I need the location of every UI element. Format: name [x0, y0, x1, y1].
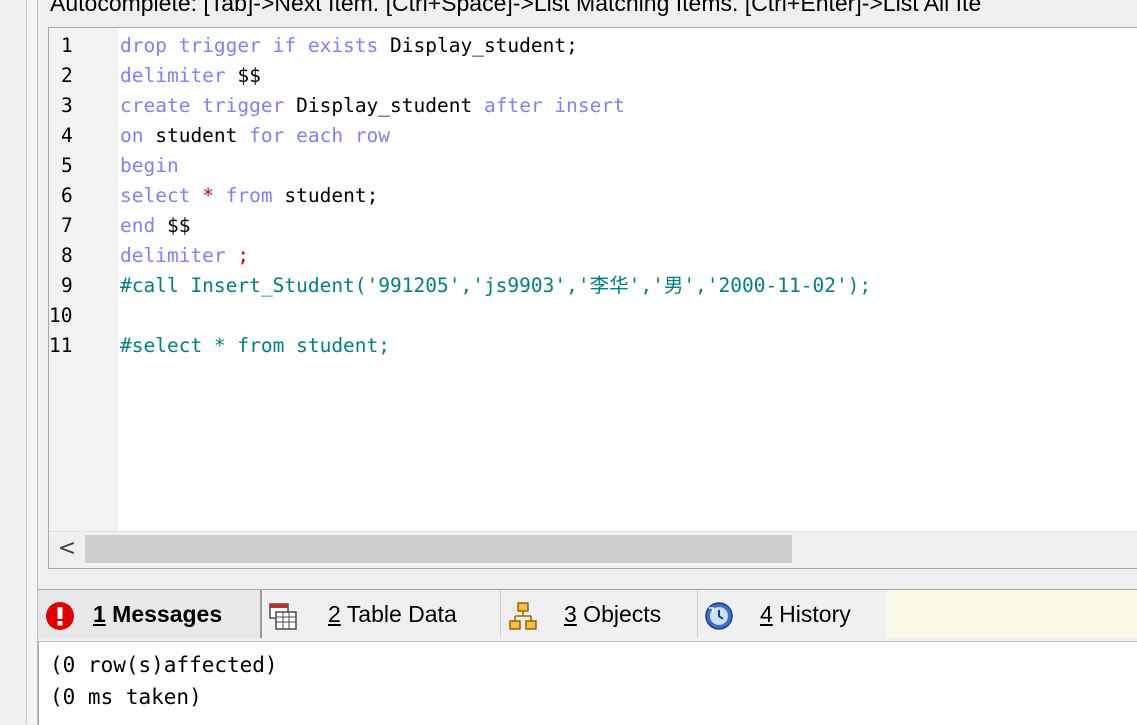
line-code: #call Insert_Student('991205','js9903','…: [120, 271, 871, 301]
line-code: delimiter ;: [120, 241, 249, 271]
line-code: begin: [120, 151, 179, 181]
line-number: 11: [49, 334, 73, 357]
tab-table-data[interactable]: 2 Table Data: [262, 590, 501, 638]
objects-icon: [509, 602, 537, 630]
line-code: on student for each row: [120, 121, 390, 151]
code-token: student;: [272, 184, 379, 207]
code-token: after insert: [483, 94, 625, 117]
tab-objects-label: 3 Objects: [564, 601, 662, 627]
code-line[interactable]: 4 on student for each row: [49, 121, 1137, 151]
pane-splitter[interactable]: [38, 569, 1137, 590]
line-number: 2: [61, 64, 73, 87]
result-tabs: 1 Messages 2 Table Data 3 Objects 4 Hist…: [38, 590, 1137, 640]
code-line[interactable]: 6 select * from student;: [49, 181, 1137, 211]
code-token: Display_student: [284, 94, 484, 117]
left-frame: [0, 0, 27, 724]
code-token: create trigger: [120, 94, 285, 117]
code-line[interactable]: 5 begin: [49, 151, 1137, 181]
code-line[interactable]: 3 create trigger Display_student after in…: [49, 91, 1137, 121]
line-number: 8: [61, 244, 73, 267]
line-number: 7: [61, 214, 73, 237]
line-number: 4: [61, 124, 73, 147]
line-code: drop trigger if exists Display_student;: [120, 31, 578, 61]
code-token: #select * from student;: [120, 334, 391, 357]
messages-panel: (0 row(s)affected) (0 ms taken): [38, 641, 1137, 725]
code-token: student: [143, 124, 250, 147]
code-token: delimiter: [120, 244, 226, 267]
code-token: drop trigger if exists: [120, 34, 379, 57]
code-line[interactable]: 10: [49, 301, 1137, 331]
tab-messages-label: 1 Messages: [93, 601, 223, 627]
line-code: create trigger Display_student after ins…: [120, 91, 625, 121]
code-line[interactable]: 8 delimiter ;: [49, 241, 1137, 271]
code-line[interactable]: 7 end $$: [49, 211, 1137, 241]
horizontal-scrollbar[interactable]: <: [49, 531, 1137, 568]
code-token: end: [120, 214, 156, 237]
code-token: from: [225, 184, 273, 207]
line-code: #select * from student;: [120, 331, 390, 361]
tab-table-data-label: 2 Table Data: [328, 601, 457, 627]
line-number: 9: [61, 274, 73, 297]
code-token: delimiter: [120, 64, 226, 87]
line-number: 5: [61, 154, 73, 177]
tab-objects[interactable]: 3 Objects: [501, 590, 698, 638]
line-number: 10: [49, 304, 73, 327]
scroll-left-arrow-icon[interactable]: <: [55, 534, 79, 564]
code-line[interactable]: 9 #call Insert_Student('991205','js9903',…: [49, 271, 1137, 301]
code-token: *: [190, 184, 226, 207]
code-line[interactable]: 11 #select * from student;: [49, 331, 1137, 361]
line-number: 3: [61, 94, 73, 117]
code-token: on: [120, 124, 144, 147]
line-code: delimiter $$: [120, 61, 261, 91]
code-token: for each row: [249, 124, 391, 147]
table-data-icon: [269, 603, 297, 630]
code-token: #call Insert_Student('991205','js9903','…: [120, 274, 872, 297]
line-code: end $$: [120, 211, 190, 241]
tab-history[interactable]: 4 History: [698, 590, 887, 638]
tab-messages[interactable]: 1 Messages: [38, 590, 262, 638]
code-line[interactable]: 1 drop trigger if exists Display_student;: [49, 31, 1137, 61]
tabs-empty-area: [886, 590, 1137, 638]
code-token: ;: [225, 244, 250, 267]
sql-editor[interactable]: 1 drop trigger if exists Display_student;…: [48, 27, 1137, 569]
message-line: (0 row(s)affected): [50, 653, 278, 677]
code-token: begin: [120, 154, 179, 177]
autocomplete-hint-text: Autocomplete: [Tab]->Next Item. [Ctrl+Sp…: [50, 0, 982, 16]
tab-history-label: 4 History: [760, 601, 851, 627]
line-number: 1: [61, 34, 73, 57]
line-number: 6: [61, 184, 73, 207]
scroll-thumb[interactable]: [85, 535, 792, 563]
code-token: $$: [155, 214, 191, 237]
code-token: $$: [225, 64, 261, 87]
code-token: Display_student;: [378, 34, 578, 57]
code-line[interactable]: 2 delimiter $$: [49, 61, 1137, 91]
history-icon: [705, 602, 733, 630]
code-token: select: [120, 184, 191, 207]
error-icon: [46, 602, 74, 630]
message-line: (0 ms taken): [50, 685, 202, 709]
line-code: select * from student;: [120, 181, 378, 211]
left-frame-border: [27, 0, 38, 724]
autocomplete-hint-bar: Autocomplete: [Tab]->Next Item. [Ctrl+Sp…: [38, 0, 1137, 26]
